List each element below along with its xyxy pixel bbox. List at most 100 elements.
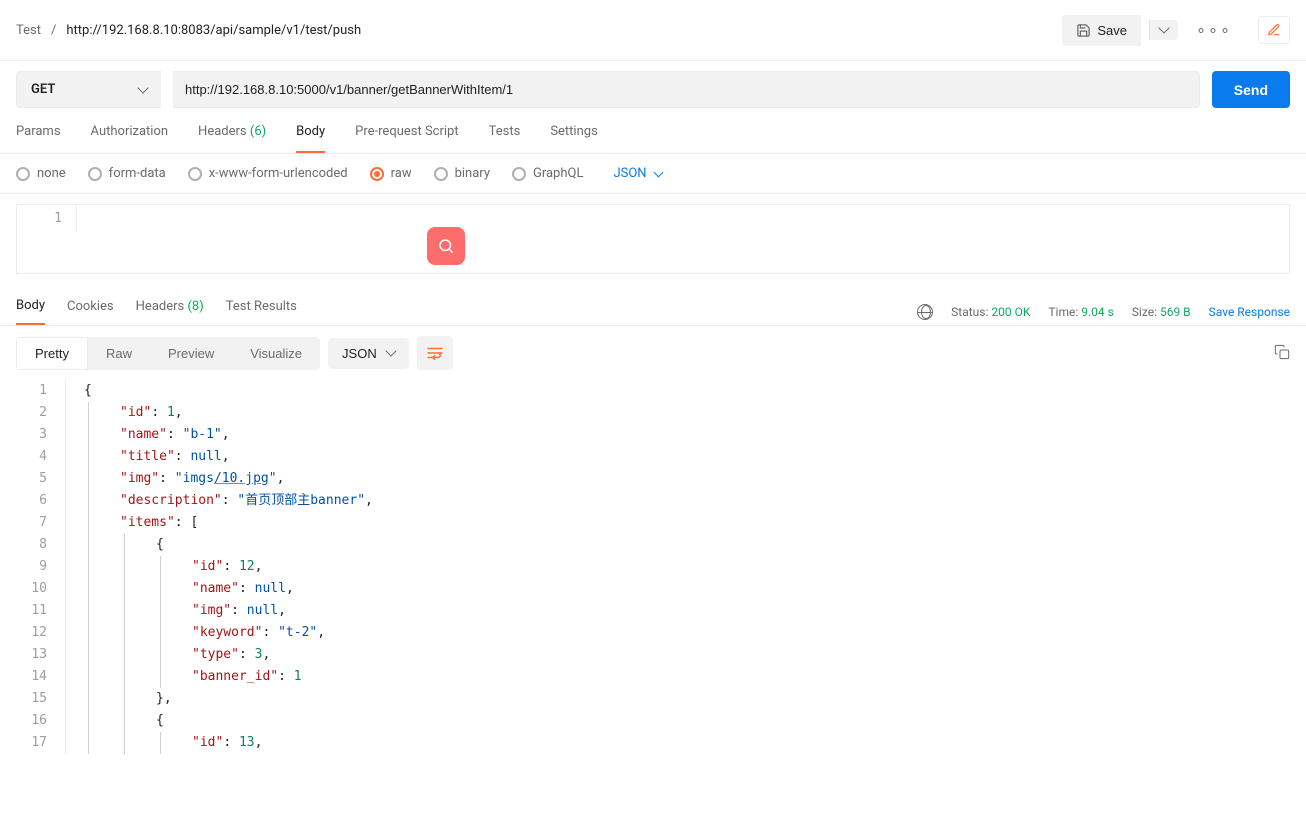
line-number: 2 xyxy=(16,402,66,424)
copy-button[interactable] xyxy=(1274,344,1290,363)
line-number: 9 xyxy=(16,556,66,578)
save-icon xyxy=(1076,23,1091,38)
line-number: 5 xyxy=(16,468,66,490)
view-mode-segment: Pretty Raw Preview Visualize xyxy=(16,337,320,370)
response-tab-testresults[interactable]: Test Results xyxy=(226,299,297,324)
save-label: Save xyxy=(1097,23,1127,38)
radio-icon xyxy=(16,167,30,181)
response-body[interactable]: 1{2"id": 1,3"name": "b-1",4"title": null… xyxy=(0,380,1306,774)
line-content: { xyxy=(66,380,92,402)
chevron-down-icon xyxy=(137,82,148,93)
tab-body[interactable]: Body xyxy=(296,124,325,153)
status: Status: 200 OK xyxy=(951,305,1030,319)
pencil-icon xyxy=(1267,23,1281,37)
line-content: "type": 3, xyxy=(66,644,270,666)
wrap-icon xyxy=(426,346,444,360)
breadcrumb-url[interactable]: http://192.168.8.10:8083/api/sample/v1/t… xyxy=(66,23,361,38)
line-content: "title": null, xyxy=(66,446,230,468)
copy-icon xyxy=(1274,344,1290,360)
tab-params[interactable]: Params xyxy=(16,124,61,153)
wrap-lines-button[interactable] xyxy=(417,336,453,370)
line-number: 7 xyxy=(16,512,66,534)
line-content: "id": 12, xyxy=(66,556,262,578)
line-content: "name": "b-1", xyxy=(66,424,230,446)
bodytype-format-dropdown[interactable]: JSON xyxy=(613,166,661,181)
breadcrumb-sep: / xyxy=(51,23,56,38)
method-value: GET xyxy=(31,82,55,97)
line-content: "img": null, xyxy=(66,600,286,622)
save-button[interactable]: Save xyxy=(1062,15,1141,46)
search-icon xyxy=(437,237,455,255)
line-number: 15 xyxy=(16,688,66,710)
line-number: 11 xyxy=(16,600,66,622)
search-button[interactable] xyxy=(427,227,465,265)
radio-icon xyxy=(188,167,202,181)
line-content: "keyword": "t-2", xyxy=(66,622,325,644)
line-content: { xyxy=(66,710,164,732)
breadcrumb: Test / http://192.168.8.10:8083/api/samp… xyxy=(16,23,361,38)
view-pretty[interactable]: Pretty xyxy=(16,337,88,370)
line-content[interactable] xyxy=(77,205,1289,232)
line-number: 16 xyxy=(16,710,66,732)
time: Time: 9.04 s xyxy=(1048,305,1113,319)
save-response-link[interactable]: Save Response xyxy=(1209,305,1290,319)
view-visualize[interactable]: Visualize xyxy=(232,337,320,370)
bodytype-raw[interactable]: raw xyxy=(370,166,412,181)
radio-icon xyxy=(88,167,102,181)
tab-headers-label: Headers xyxy=(198,124,247,139)
save-dropdown[interactable] xyxy=(1149,20,1178,40)
view-raw[interactable]: Raw xyxy=(88,337,150,370)
send-button[interactable]: Send xyxy=(1212,71,1290,108)
line-content: "items": [ xyxy=(66,512,198,534)
bodytype-xwww[interactable]: x-www-form-urlencoded xyxy=(188,166,348,181)
line-content: "img": "imgs/10.jpg", xyxy=(66,468,284,490)
radio-checked-icon xyxy=(370,167,384,181)
format-dropdown[interactable]: JSON xyxy=(328,338,409,369)
more-button[interactable]: ∘∘∘ xyxy=(1186,12,1242,48)
line-number: 10 xyxy=(16,578,66,600)
request-body-editor[interactable]: 1 xyxy=(16,204,1290,274)
chevron-down-icon xyxy=(1158,22,1169,33)
radio-icon xyxy=(434,167,448,181)
bodytype-none[interactable]: none xyxy=(16,166,66,181)
response-tab-headers[interactable]: Headers (8) xyxy=(136,299,204,324)
bodytype-graphql[interactable]: GraphQL xyxy=(512,166,583,181)
method-select[interactable]: GET xyxy=(16,71,161,108)
line-number: 1 xyxy=(17,205,77,232)
response-tab-body[interactable]: Body xyxy=(16,298,45,325)
line-content: "description": "首页顶部主banner", xyxy=(66,490,373,512)
line-number: 13 xyxy=(16,644,66,666)
view-preview[interactable]: Preview xyxy=(150,337,232,370)
line-content: { xyxy=(66,534,164,556)
chevron-down-icon xyxy=(653,167,663,177)
tab-authorization[interactable]: Authorization xyxy=(91,124,169,153)
tab-tests[interactable]: Tests xyxy=(489,124,521,153)
line-number: 3 xyxy=(16,424,66,446)
line-content: "id": 13, xyxy=(66,732,262,754)
size: Size: 569 B xyxy=(1132,305,1191,319)
line-number: 8 xyxy=(16,534,66,556)
tab-headers-count: (6) xyxy=(250,124,266,139)
response-tab-cookies[interactable]: Cookies xyxy=(67,299,114,324)
bodytype-formdata[interactable]: form-data xyxy=(88,166,166,181)
line-number: 14 xyxy=(16,666,66,688)
line-content: "banner_id": 1 xyxy=(66,666,302,688)
tab-prerequest[interactable]: Pre-request Script xyxy=(355,124,458,153)
line-number: 12 xyxy=(16,622,66,644)
url-input[interactable] xyxy=(173,71,1200,108)
line-number: 1 xyxy=(16,380,66,402)
chevron-down-icon xyxy=(385,345,396,356)
line-content: "name": null, xyxy=(66,578,294,600)
breadcrumb-root[interactable]: Test xyxy=(16,23,41,38)
line-number: 17 xyxy=(16,732,66,754)
tab-headers[interactable]: Headers (6) xyxy=(198,124,266,153)
edit-button[interactable] xyxy=(1258,16,1290,44)
radio-icon xyxy=(512,167,526,181)
line-content: }, xyxy=(66,688,172,710)
line-number: 4 xyxy=(16,446,66,468)
bodytype-binary[interactable]: binary xyxy=(434,166,490,181)
line-number: 6 xyxy=(16,490,66,512)
globe-icon[interactable] xyxy=(917,304,933,320)
tab-settings[interactable]: Settings xyxy=(550,124,597,153)
line-content: "id": 1, xyxy=(66,402,183,424)
